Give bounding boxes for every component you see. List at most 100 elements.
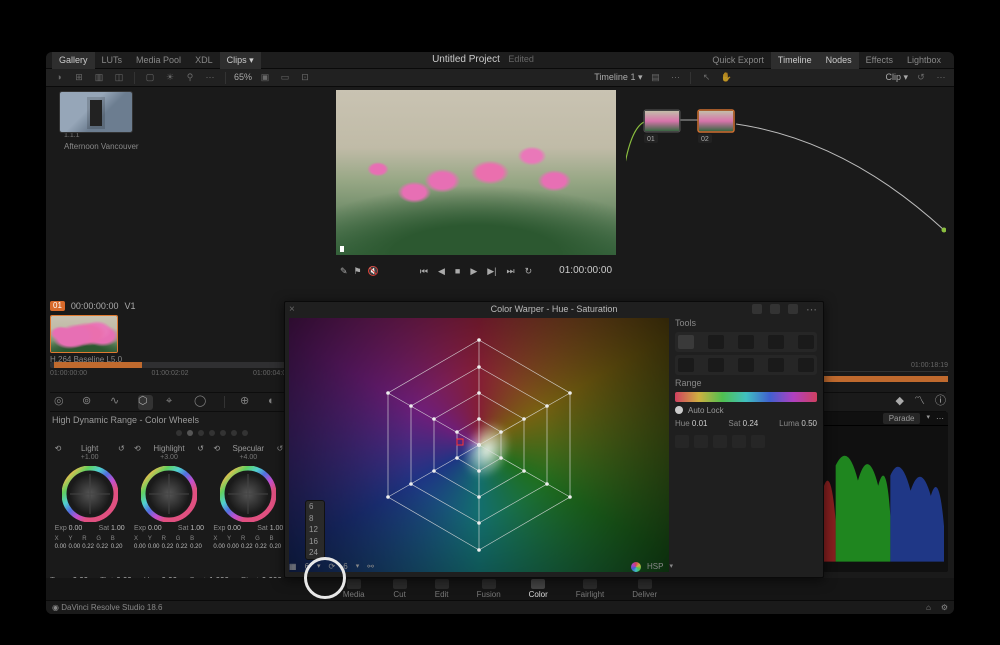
color-wheel-icon[interactable]: [62, 466, 118, 522]
image-icon[interactable]: ▢: [143, 71, 157, 85]
colorspace-label[interactable]: HSP: [647, 562, 663, 572]
next-icon[interactable]: ▶|: [487, 266, 496, 277]
marker-icon[interactable]: ✎: [340, 266, 348, 277]
viewer-timecode[interactable]: 01:00:00:00: [559, 265, 612, 277]
auto-lock-toggle[interactable]: Auto Lock: [675, 406, 817, 416]
palette-tabs: ◎ ⊚ ∿ ⬡ ⌖ ◯ ⊕ ◐: [50, 392, 288, 412]
scopes-icon[interactable]: 〽: [914, 395, 925, 408]
wipe-icon[interactable]: ◫: [112, 71, 126, 85]
zoom-value[interactable]: 65%: [234, 72, 252, 83]
page-fairlight[interactable]: Fairlight: [576, 579, 604, 600]
palette-blur-icon[interactable]: ◐: [268, 395, 283, 410]
warper-grid[interactable]: [289, 318, 669, 572]
node-1: 01: [644, 110, 680, 143]
tab-mediapool[interactable]: Media Pool: [129, 52, 188, 69]
keyframe-icon[interactable]: ◆: [896, 395, 904, 408]
tab-quickexport[interactable]: Quick Export: [705, 52, 771, 69]
invert-icon: [768, 358, 784, 372]
clip-thumbnail[interactable]: [50, 315, 118, 353]
mute-icon[interactable]: 🔇: [368, 266, 379, 277]
fit-icon[interactable]: ▭: [278, 71, 292, 85]
grid-res-icon[interactable]: ▦: [289, 562, 297, 572]
page-fusion[interactable]: Fusion: [477, 579, 501, 600]
warper-mode-icons[interactable]: ⋯: [752, 304, 817, 317]
res-value[interactable]: 6: [305, 562, 309, 572]
palette-warper-icon[interactable]: ⬡: [138, 395, 153, 410]
palette-qualifier-icon[interactable]: ⌖: [166, 395, 181, 410]
tab-nodes[interactable]: Nodes: [819, 52, 859, 69]
prev-icon[interactable]: ◀: [438, 266, 445, 277]
page-cut[interactable]: Cut: [393, 579, 407, 600]
page-deliver[interactable]: Deliver: [632, 579, 657, 600]
home-icon[interactable]: ⌂: [926, 603, 931, 613]
hand-icon[interactable]: ✋: [719, 71, 733, 85]
scope-opts-icon[interactable]: ⋯: [936, 414, 944, 424]
wheel-pager[interactable]: [176, 430, 248, 436]
wheel-light[interactable]: ⟲Light↺ +1.00 Exp 0.00Sat 1.00 X 0.00Y 0…: [53, 444, 127, 551]
loop-icon[interactable]: ↻: [525, 266, 533, 277]
scope-mode-dropdown[interactable]: Parade: [883, 413, 921, 425]
bypass-icon[interactable]: ◑: [52, 71, 66, 85]
playhead-icon[interactable]: [340, 246, 344, 252]
tab-xdl[interactable]: XDL: [188, 52, 220, 69]
info-icon[interactable]: ⓘ: [935, 395, 946, 408]
opts2-icon[interactable]: ⋯: [934, 71, 948, 85]
gallery-still[interactable]: [60, 92, 132, 132]
viewer-frame[interactable]: [336, 90, 616, 255]
draw-icon: [678, 358, 694, 372]
feather-icon: [798, 358, 814, 372]
node-graph[interactable]: 01 02: [626, 90, 946, 280]
tab-effects[interactable]: Effects: [859, 52, 900, 69]
cursor-icon[interactable]: ↖: [699, 71, 713, 85]
clip-track: V1: [124, 301, 135, 312]
grid-icon[interactable]: ⊞: [72, 71, 86, 85]
clip-selector[interactable]: Clip ▾: [885, 72, 908, 83]
warper-select-tools[interactable]: [675, 332, 817, 352]
more-icon[interactable]: ⋯: [668, 71, 682, 85]
fullscreen-icon[interactable]: ▣: [258, 71, 272, 85]
first-frame-icon[interactable]: ⏮: [420, 266, 428, 277]
stop-icon[interactable]: ■: [455, 266, 460, 277]
palette-windows-icon[interactable]: ◯: [194, 395, 209, 410]
hue-range-bar[interactable]: [675, 392, 817, 402]
svg-text:02: 02: [701, 136, 709, 143]
grow-icon: [738, 335, 754, 349]
wheel-highlight[interactable]: ⟲Highlight↺ +3.00 Exp 0.00Sat 1.00 X 0.0…: [132, 444, 206, 551]
split-icon[interactable]: ▥: [92, 71, 106, 85]
highlight-icon[interactable]: ☀: [163, 71, 177, 85]
clip-index: 01: [50, 301, 65, 311]
tab-timeline[interactable]: Timeline: [771, 52, 819, 69]
last-frame-icon[interactable]: ⏭: [507, 266, 515, 277]
top-menubar: Gallery LUTs Media Pool XDL Clips ▾ Unti…: [46, 52, 954, 69]
palette-tracking-icon[interactable]: ⊕: [240, 395, 255, 410]
clip-strip: 01 00:00:00:00 V1 H.264 Baseline L5.0: [50, 299, 290, 365]
page-color[interactable]: Color: [529, 579, 548, 600]
expand-icon: [798, 335, 814, 349]
zoom-icon[interactable]: ⚲: [183, 71, 197, 85]
palette-curves-icon[interactable]: ∿: [110, 395, 125, 410]
warper-action-icons[interactable]: [675, 435, 817, 448]
warper-title: Color Warper - Hue - Saturation: [285, 302, 823, 316]
render-icon[interactable]: ▤: [648, 71, 662, 85]
page-media[interactable]: Media: [343, 579, 365, 600]
tab-clips[interactable]: Clips ▾: [220, 52, 261, 69]
hdr-wheels: ⟲Light↺ +1.00 Exp 0.00Sat 1.00 X 0.00Y 0…: [50, 444, 288, 551]
palette-primaries-icon[interactable]: ◎: [54, 395, 69, 410]
mini-timeline[interactable]: 01:00:00:00 01:00:02:02 01:00:04:04: [50, 362, 290, 376]
play-icon[interactable]: ▶: [470, 266, 477, 277]
reset-icon[interactable]: ↺: [914, 71, 928, 85]
tab-gallery[interactable]: Gallery: [52, 52, 95, 69]
warper-edit-tools[interactable]: [675, 355, 817, 375]
settings-gear-icon[interactable]: ⚙: [941, 603, 948, 613]
flag-icon[interactable]: ⚑: [354, 266, 362, 277]
tab-luts[interactable]: LUTs: [95, 52, 130, 69]
wheel-specular[interactable]: ⟲Specular↺ +4.00 Exp 0.00Sat 1.00 X 0.00…: [211, 444, 285, 551]
tab-lightbox[interactable]: Lightbox: [900, 52, 948, 69]
warper-readout[interactable]: Hue 0.01 Sat 0.24 Luma 0.50: [675, 419, 817, 429]
timeline-selector[interactable]: Timeline 1 ▾: [594, 72, 642, 83]
aspect-icon[interactable]: ⊡: [298, 71, 312, 85]
page-edit[interactable]: Edit: [435, 579, 449, 600]
palette-hdr-icon[interactable]: ⊚: [82, 395, 97, 410]
smooth-icon: [708, 358, 724, 372]
options-icon[interactable]: ⋯: [203, 71, 217, 85]
